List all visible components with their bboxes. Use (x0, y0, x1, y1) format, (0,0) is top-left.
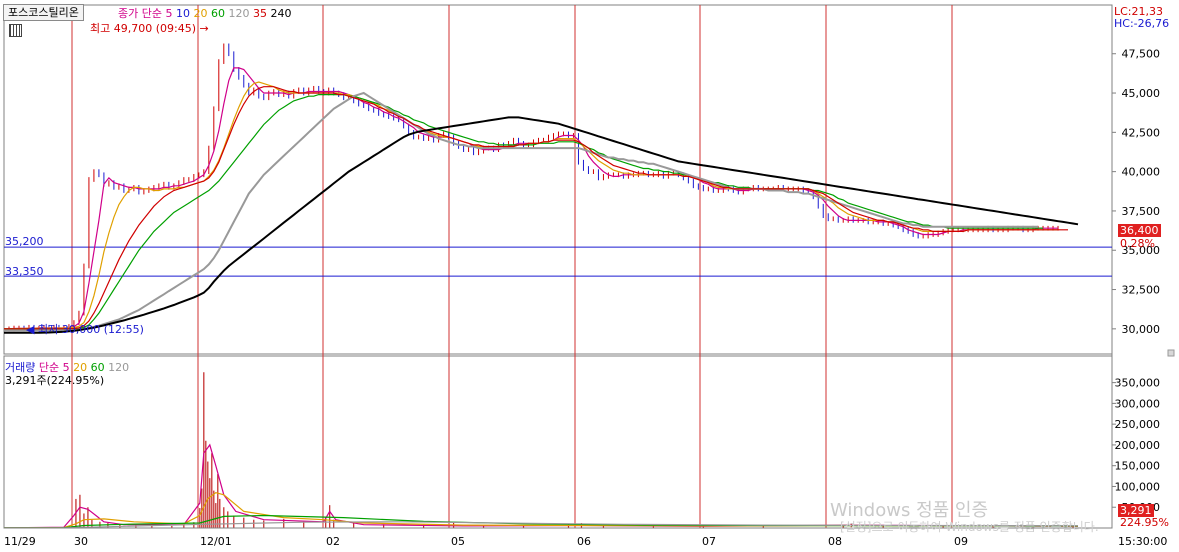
price-legend[interactable]: 종가 단순 5 10 20 60 120 35 240 (118, 5, 291, 21)
volume-ma-legend-item: 120 (104, 361, 130, 374)
stock-name: 포스코스틸리온 (8, 6, 79, 19)
price-panel-frame (3, 4, 1113, 355)
low-price-marker: ◀ 최저 30,000 (12:55) (26, 321, 144, 337)
x-axis-label: 12/01 (200, 535, 232, 548)
price-tick-label: 37,500 (1122, 205, 1161, 218)
windows-activation-note: [설정]으로 이동하여 Windows를 정품 인증합니다. (840, 520, 1099, 534)
ma-legend: 5 10 20 60 120 35 240 (165, 7, 291, 20)
high-price-marker: 최고 49,700 (09:45) → (90, 20, 209, 36)
current-volume-pct: 224.95% (1120, 516, 1169, 529)
low-price-label: 최저 30,000 (12:55) (37, 323, 144, 336)
hline-label-2: 33,350 (5, 265, 44, 278)
volume-value: 3,291주(224.95%) (5, 374, 105, 387)
x-axis-label: 07 (702, 535, 716, 548)
ma-line-35 (4, 86, 1068, 330)
hline-label-1: 35,200 (5, 235, 44, 248)
ma-line-60 (4, 94, 1043, 330)
x-axis-label: 11/29 (4, 535, 36, 548)
ma-line-120 (4, 91, 1038, 332)
price-tick-label: 45,000 (1122, 87, 1161, 100)
ma-legend-item: 20 (189, 7, 208, 20)
x-axis-label: 15:30:00 (1118, 535, 1167, 548)
x-axis-label: 05 (451, 535, 465, 548)
ma-legend-item: 240 (266, 7, 292, 20)
current-price-badge: 36,400 (1118, 224, 1161, 237)
x-axis-label: 02 (326, 535, 340, 548)
chart-window: 47,500 45,000 42,500 40,000 37,500 35,000 32,5… (0, 0, 1179, 552)
price-tick-label: 42,500 (1122, 126, 1161, 139)
volume-tick-label: 300,000 (1115, 397, 1161, 410)
ma-legend-item: 10 (172, 7, 190, 20)
x-axis-label: 08 (828, 535, 842, 548)
ma-legend-item: 120 (224, 7, 250, 20)
high-price-label: 최고 49,700 (09:45) (90, 22, 197, 35)
price-tick-label: 30,000 (1122, 323, 1161, 336)
price-tick-label: 47,500 (1122, 48, 1161, 61)
volume-tick-label: 350,000 (1115, 377, 1161, 390)
price-tick-label: 32,500 (1122, 284, 1161, 297)
x-axis-label: 06 (577, 535, 591, 548)
x-axis-label: 30 (74, 535, 88, 548)
chart-canvas: 47,50045,00042,50040,00037,50035,00032,5… (3, 4, 1175, 548)
ma-legend-item: 35 (249, 7, 267, 20)
current-change: 0.28% (1120, 237, 1155, 250)
volume-tick-label: 150,000 (1115, 460, 1161, 473)
hc-value: HC:-26,76 (1114, 17, 1170, 30)
high-arrow-icon: → (199, 22, 209, 35)
x-axis-label: 09 (954, 535, 968, 548)
price-legend-label: 종가 단순 (118, 7, 162, 20)
volume-tick-label: 250,000 (1115, 418, 1161, 431)
calculator-icon[interactable] (9, 24, 22, 37)
low-arrow-icon: ◀ (26, 323, 35, 336)
volume-tick-label: 100,000 (1115, 480, 1161, 493)
stock-name-box[interactable]: 포스코스틸리온 (3, 4, 84, 21)
ma-legend-item: 60 (207, 7, 225, 20)
price-tick-label: 40,000 (1122, 166, 1161, 179)
panel-resize-handle (1167, 349, 1175, 357)
volume-tick-label: 200,000 (1115, 439, 1161, 452)
